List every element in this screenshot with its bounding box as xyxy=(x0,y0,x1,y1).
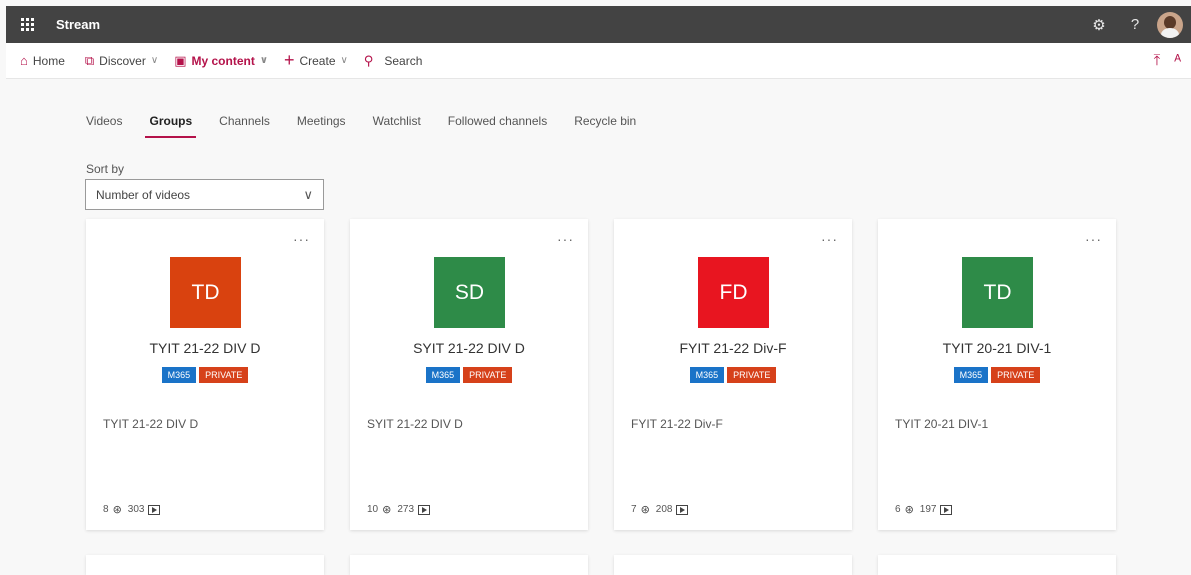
m365-badge: M365 xyxy=(689,367,725,383)
m365-badge: M365 xyxy=(425,367,461,383)
app-title[interactable]: Stream xyxy=(56,17,100,32)
group-description: SYIT 21-22 DIV D xyxy=(367,417,463,431)
more-options-icon[interactable]: ··· xyxy=(557,231,574,247)
members-icon: ⊛ xyxy=(640,504,650,516)
sort-dropdown[interactable]: Number of videos ∨ xyxy=(85,179,324,210)
app-bar: Stream ⚙ ? xyxy=(6,6,1191,43)
group-card[interactable]: ··· TD TYIT 21-22 DIV D M365 PRIVATE TYI… xyxy=(86,219,324,530)
nav-bar: ⌂ Home ⧉ Discover ∨ ▣ My content ∨ + Cre… xyxy=(6,43,1191,79)
help-icon[interactable]: ? xyxy=(1117,6,1153,43)
video-count: 273 xyxy=(397,504,415,515)
m365-badge: M365 xyxy=(161,367,197,383)
tab-watchlist[interactable]: Watchlist xyxy=(365,110,429,138)
tab-channels[interactable]: Channels xyxy=(211,110,278,138)
group-description: TYIT 20-21 DIV-1 xyxy=(895,417,989,431)
tab-meetings[interactable]: Meetings xyxy=(289,110,354,138)
nav-create-label: Create xyxy=(299,53,336,68)
group-description: FYIT 21-22 Div-F xyxy=(631,417,723,431)
nav-my-content[interactable]: ▣ My content ∨ xyxy=(168,43,274,79)
group-name[interactable]: TYIT 20-21 DIV-1 xyxy=(878,340,1116,356)
group-card[interactable] xyxy=(350,555,588,575)
person-icon[interactable]: ᴬ xyxy=(1174,52,1181,69)
group-avatar: TD xyxy=(962,257,1033,328)
nav-my-content-label: My content xyxy=(191,53,255,68)
chevron-down-icon: ∨ xyxy=(303,186,313,202)
tab-recycle-bin[interactable]: Recycle bin xyxy=(566,110,644,138)
member-count: 7 xyxy=(631,504,637,515)
private-badge: PRIVATE xyxy=(463,367,513,383)
group-card[interactable]: ··· TD TYIT 20-21 DIV-1 M365 PRIVATE TYI… xyxy=(878,219,1116,530)
gear-icon[interactable]: ⚙ xyxy=(1081,6,1117,43)
nav-discover-label: Discover xyxy=(99,53,146,68)
waffle-icon xyxy=(20,18,34,31)
tab-followed-channels[interactable]: Followed channels xyxy=(440,110,555,138)
nav-home-label: Home xyxy=(32,53,65,68)
group-card[interactable]: ··· FD FYIT 21-22 Div-F M365 PRIVATE FYI… xyxy=(614,219,852,530)
video-icon: ▣ xyxy=(174,52,187,68)
video-count: 208 xyxy=(655,504,673,515)
group-card[interactable] xyxy=(878,555,1116,575)
video-count: 197 xyxy=(919,504,937,515)
avatar[interactable] xyxy=(1157,11,1183,38)
group-avatar: SD xyxy=(434,257,505,328)
group-name[interactable]: TYIT 21-22 DIV D xyxy=(86,340,324,356)
more-options-icon[interactable]: ··· xyxy=(1085,231,1102,247)
group-card[interactable] xyxy=(614,555,852,575)
sort-label: Sort by xyxy=(86,162,125,176)
video-icon xyxy=(676,504,689,515)
group-name[interactable]: FYIT 21-22 Div-F xyxy=(614,340,852,356)
member-count: 6 xyxy=(895,504,901,515)
video-icon xyxy=(940,504,953,515)
nav-home[interactable]: ⌂ Home xyxy=(14,43,71,79)
private-badge: PRIVATE xyxy=(199,367,249,383)
chevron-down-icon: ∨ xyxy=(259,55,268,66)
plus-icon: + xyxy=(283,50,295,70)
content-tabs: Videos Groups Channels Meetings Watchlis… xyxy=(78,110,655,138)
members-icon: ⊛ xyxy=(112,504,122,516)
more-options-icon[interactable]: ··· xyxy=(821,231,838,247)
video-count: 303 xyxy=(127,504,145,515)
group-card[interactable]: ··· SD SYIT 21-22 DIV D M365 PRIVATE SYI… xyxy=(350,219,588,530)
tab-videos[interactable]: Videos xyxy=(78,110,130,138)
search-icon: ⚲ xyxy=(363,52,374,68)
group-avatar: TD xyxy=(170,257,241,328)
upload-icon[interactable]: ⤒ xyxy=(1154,52,1161,69)
group-card[interactable] xyxy=(86,555,324,575)
m365-badge: M365 xyxy=(953,367,989,383)
nav-discover[interactable]: ⧉ Discover ∨ xyxy=(79,43,164,79)
video-icon xyxy=(418,504,431,515)
member-count: 10 xyxy=(367,504,379,515)
chevron-down-icon: ∨ xyxy=(340,55,348,66)
members-icon: ⊛ xyxy=(904,504,914,516)
nav-create[interactable]: + Create ∨ xyxy=(278,43,354,79)
sort-value: Number of videos xyxy=(96,187,191,202)
video-icon xyxy=(148,504,161,515)
private-badge: PRIVATE xyxy=(991,367,1041,383)
private-badge: PRIVATE xyxy=(727,367,777,383)
app-launcher-button[interactable] xyxy=(6,6,48,43)
nav-search[interactable]: ⚲ Search xyxy=(358,43,429,79)
members-icon: ⊛ xyxy=(382,504,392,516)
discover-icon: ⧉ xyxy=(84,52,95,68)
home-icon: ⌂ xyxy=(20,53,28,68)
group-avatar: FD xyxy=(698,257,769,328)
tab-groups[interactable]: Groups xyxy=(141,110,200,138)
group-description: TYIT 21-22 DIV D xyxy=(103,417,199,431)
nav-search-label: Search xyxy=(384,53,423,68)
chevron-down-icon: ∨ xyxy=(150,55,159,66)
more-options-icon[interactable]: ··· xyxy=(293,231,310,247)
member-count: 8 xyxy=(103,504,109,515)
group-name[interactable]: SYIT 21-22 DIV D xyxy=(350,340,588,356)
